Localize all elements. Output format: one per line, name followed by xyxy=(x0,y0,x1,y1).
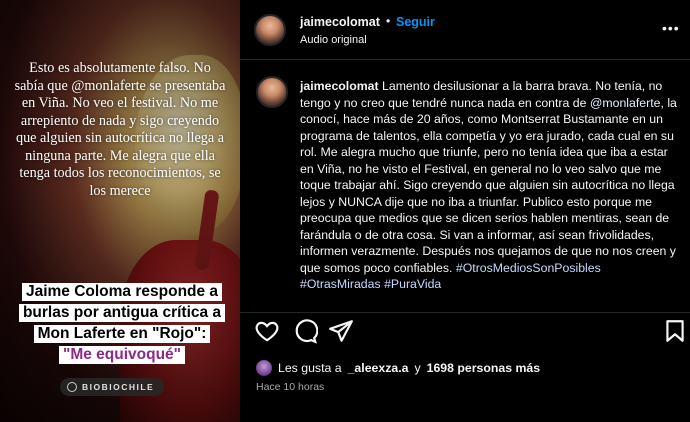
caption: jaimecolomat Lamento desilusionar a la b… xyxy=(300,78,680,293)
hashtag-link[interactable]: #OtrasMiradas xyxy=(300,277,381,291)
hashtag-link[interactable]: #PuraVida xyxy=(384,277,441,291)
headline-accent: "Me equivoqué" xyxy=(58,346,186,364)
post-panel: jaimecolomat • Seguir Audio original •••… xyxy=(240,0,690,422)
likes-prefix: Les gusta a xyxy=(278,361,342,375)
headline-line: Mon Laferte en "Rojo": xyxy=(33,325,211,343)
username-link[interactable]: jaimecolomat xyxy=(300,15,380,29)
heart-icon xyxy=(255,321,279,342)
hashtag-link[interactable]: #OtrosMediosSonPosibles xyxy=(456,261,601,275)
paper-plane-icon xyxy=(329,320,353,342)
caption-username[interactable]: jaimecolomat xyxy=(300,79,379,93)
media-quote: Esto es absolutamente falso. No sabía qu… xyxy=(14,60,226,199)
more-options-icon[interactable]: ••• xyxy=(662,20,680,36)
headline-line: burlas por antigua crítica a xyxy=(18,304,226,322)
comment-avatar[interactable] xyxy=(256,76,288,108)
save-button[interactable] xyxy=(662,318,688,344)
liker-username[interactable]: _aleexza.a xyxy=(348,361,409,375)
avatar[interactable] xyxy=(254,14,286,46)
post-header: jaimecolomat • Seguir Audio original ••• xyxy=(240,0,690,60)
separator-dot: • xyxy=(386,14,391,28)
comment-button[interactable] xyxy=(292,318,319,344)
speech-bubble-icon xyxy=(295,319,319,344)
timestamp: Hace 10 horas xyxy=(256,381,325,393)
caption-text: , la conocí, hace más de 20 años, como M… xyxy=(300,95,677,275)
bookmark-icon xyxy=(666,320,684,342)
likes-connector: y xyxy=(414,361,421,375)
brand-watermark: BIOBIOCHILE xyxy=(60,378,164,396)
brand-name: BIOBIOCHILE xyxy=(82,382,155,392)
likes-summary: Les gusta a _aleexza.a y 1698 personas m… xyxy=(256,360,540,376)
post-media[interactable]: Esto es absolutamente falso. No sabía qu… xyxy=(0,0,240,422)
audio-link[interactable]: Audio original xyxy=(300,34,367,46)
follow-button[interactable]: Seguir xyxy=(396,15,435,29)
share-button[interactable] xyxy=(328,318,354,344)
media-headline: Jaime Coloma responde a burlas por antig… xyxy=(10,283,234,364)
mention-link[interactable]: @monlaferte xyxy=(590,96,661,110)
divider xyxy=(240,312,690,313)
likes-count[interactable]: 1698 personas más xyxy=(427,361,540,375)
like-button[interactable] xyxy=(254,318,280,344)
action-bar xyxy=(240,318,690,348)
headline-line: Jaime Coloma responde a xyxy=(21,283,223,301)
brand-logo-icon xyxy=(67,382,77,392)
liker-avatar xyxy=(256,360,272,376)
